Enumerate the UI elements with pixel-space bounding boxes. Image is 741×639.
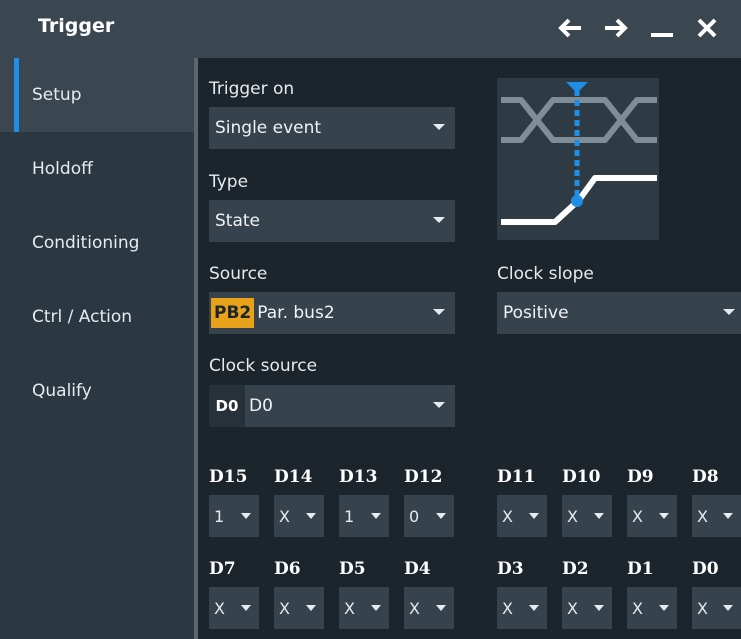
bit-select-d14[interactable]: X <box>274 495 324 537</box>
chevron-down-icon <box>436 513 446 519</box>
source-select[interactable]: PB2 Par. bus2 <box>209 292 455 334</box>
chevron-down-icon <box>723 513 733 519</box>
trigger-on-value: Single event <box>215 118 322 138</box>
bit-label-d2: D2 <box>562 559 589 579</box>
chevron-down-icon <box>241 605 251 611</box>
chevron-down-icon <box>306 605 316 611</box>
chevron-down-icon <box>371 605 381 611</box>
sidebar-item-qualify[interactable]: Qualify <box>0 354 194 428</box>
bit-select-d15[interactable]: 1 <box>209 495 259 537</box>
chevron-down-icon <box>659 513 669 519</box>
arrow-right-icon[interactable] <box>598 10 634 46</box>
bit-label-d11: D11 <box>497 467 536 487</box>
chevron-down-icon <box>529 513 539 519</box>
minimize-icon[interactable] <box>645 10 679 46</box>
sidebar: Setup Holdoff Conditioning Ctrl / Action… <box>0 58 194 639</box>
bit-select-d1[interactable]: X <box>627 587 677 629</box>
chevron-down-icon <box>433 124 445 130</box>
bit-select-d6[interactable]: X <box>274 587 324 629</box>
title-bar: Trigger <box>0 0 741 58</box>
bit-label-d10: D10 <box>562 467 601 487</box>
chevron-down-icon <box>371 513 381 519</box>
bit-label-d13: D13 <box>339 467 378 487</box>
bit-select-d10[interactable]: X <box>562 495 612 537</box>
chevron-down-icon <box>433 309 445 315</box>
bit-select-d8[interactable]: X <box>692 495 741 537</box>
chevron-down-icon <box>433 217 445 223</box>
bit-label-d15: D15 <box>209 467 248 487</box>
bit-select-d7[interactable]: X <box>209 587 259 629</box>
bit-label-d14: D14 <box>274 467 313 487</box>
trigger-on-label: Trigger on <box>209 79 295 99</box>
sidebar-item-setup[interactable]: Setup <box>0 58 194 132</box>
bit-label-d4: D4 <box>404 559 431 579</box>
bit-label-d7: D7 <box>209 559 236 579</box>
chevron-down-icon <box>529 605 539 611</box>
chevron-down-icon <box>594 605 604 611</box>
clock-source-value: D0 <box>249 396 273 416</box>
chevron-down-icon <box>241 513 251 519</box>
bit-select-d0[interactable]: X <box>692 587 741 629</box>
chevron-down-icon <box>433 402 445 408</box>
type-value: State <box>215 211 260 231</box>
bit-label-d1: D1 <box>627 559 654 579</box>
digital-channel-badge: D0 <box>209 385 245 427</box>
dialog-title: Trigger <box>38 15 115 37</box>
clock-source-label: Clock source <box>209 356 318 376</box>
sidebar-item-holdoff[interactable]: Holdoff <box>0 132 194 206</box>
type-select[interactable]: State <box>209 200 455 242</box>
bit-select-d13[interactable]: 1 <box>339 495 389 537</box>
clock-slope-label: Clock slope <box>497 264 594 284</box>
chevron-down-icon <box>723 309 735 315</box>
source-label: Source <box>209 264 268 284</box>
chevron-down-icon <box>594 513 604 519</box>
sidebar-item-conditioning[interactable]: Conditioning <box>0 206 194 280</box>
clock-slope-value: Positive <box>503 303 569 323</box>
source-value: Par. bus2 <box>257 303 335 323</box>
type-label: Type <box>209 172 249 192</box>
clock-source-select[interactable]: D0 D0 <box>209 385 455 427</box>
chevron-down-icon <box>723 605 733 611</box>
trigger-on-select[interactable]: Single event <box>209 107 455 149</box>
bit-select-d5[interactable]: X <box>339 587 389 629</box>
close-icon[interactable] <box>690 10 724 46</box>
bit-label-d3: D3 <box>497 559 524 579</box>
bit-label-d12: D12 <box>404 467 443 487</box>
bit-label-d8: D8 <box>692 467 719 487</box>
bit-label-d6: D6 <box>274 559 301 579</box>
bit-label-d0: D0 <box>692 559 719 579</box>
arrow-left-icon[interactable] <box>552 10 588 46</box>
clock-slope-select[interactable]: Positive <box>497 292 741 334</box>
bit-select-d9[interactable]: X <box>627 495 677 537</box>
bit-select-d11[interactable]: X <box>497 495 547 537</box>
parallel-bus-badge: PB2 <box>211 298 255 328</box>
bit-select-d4[interactable]: X <box>404 587 454 629</box>
bit-label-d9: D9 <box>627 467 654 487</box>
bit-label-d5: D5 <box>339 559 366 579</box>
bit-select-d3[interactable]: X <box>497 587 547 629</box>
state-trigger-diagram <box>497 78 659 240</box>
trigger-dialog: Trigger Setup Holdoff Conditioning Ctrl … <box>0 0 741 639</box>
sidebar-item-ctrl-action[interactable]: Ctrl / Action <box>0 280 194 354</box>
bit-select-d12[interactable]: 0 <box>404 495 454 537</box>
panel-divider <box>194 58 198 639</box>
chevron-down-icon <box>436 605 446 611</box>
chevron-down-icon <box>659 605 669 611</box>
state-trigger-diagram-graphic <box>501 82 657 225</box>
chevron-down-icon <box>306 513 316 519</box>
bit-select-d2[interactable]: X <box>562 587 612 629</box>
